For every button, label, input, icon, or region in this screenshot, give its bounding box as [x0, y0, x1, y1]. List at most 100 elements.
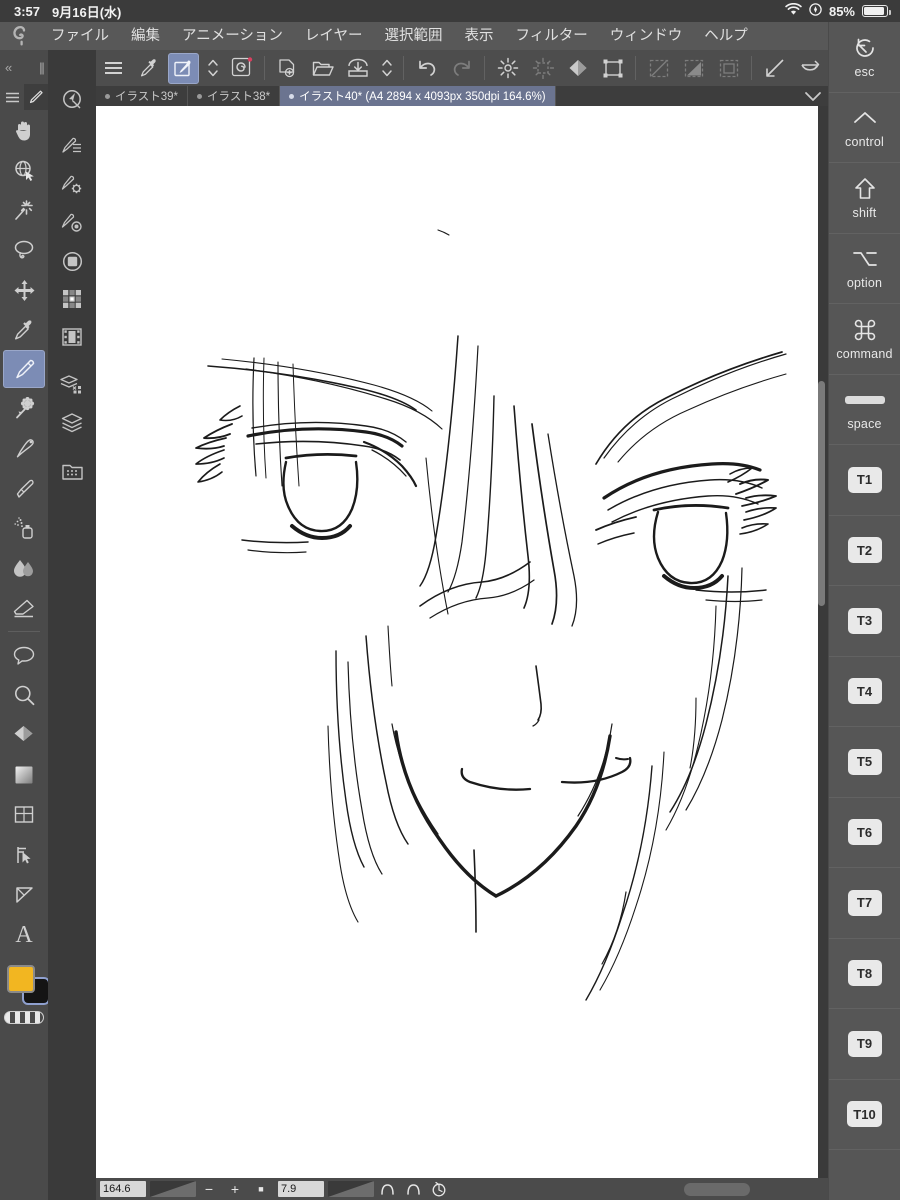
decoration-tool[interactable]: [0, 388, 48, 428]
new-document-icon[interactable]: [272, 53, 303, 84]
eraser-tool[interactable]: [0, 588, 48, 628]
tab-overflow-chevron-down-icon[interactable]: [798, 86, 828, 106]
document-tab-illust40[interactable]: イラスト40* (A4 2894 x 4093px 350dpi 164.6%): [280, 86, 556, 106]
key-t8[interactable]: T8: [829, 939, 900, 1009]
curve-snap-icon[interactable]: [794, 53, 825, 84]
ruler-snap-icon[interactable]: [759, 53, 790, 84]
rotation-value-field[interactable]: 7.9: [278, 1181, 324, 1197]
menu-filter[interactable]: フィルター: [505, 22, 599, 50]
menu-file[interactable]: ファイル: [40, 22, 120, 50]
key-t10[interactable]: T10: [829, 1080, 900, 1150]
key-t6[interactable]: T6: [829, 798, 900, 868]
document-tab-illust38[interactable]: イラスト38*: [188, 86, 281, 106]
save-icon[interactable]: [342, 53, 373, 84]
key-t2[interactable]: T2: [829, 516, 900, 586]
menu-edit[interactable]: 編集: [120, 22, 171, 50]
key-shift[interactable]: shift: [829, 163, 900, 234]
menu-help[interactable]: ヘルプ: [693, 22, 759, 50]
tool-property-icon[interactable]: [48, 166, 96, 204]
animation-timeline-icon[interactable]: [48, 318, 96, 356]
key-t3[interactable]: T3: [829, 586, 900, 657]
invert-selection-icon[interactable]: [678, 53, 709, 84]
key-t9[interactable]: T9: [829, 1009, 900, 1080]
layer-property-icon[interactable]: [48, 366, 96, 404]
key-space[interactable]: space: [829, 375, 900, 445]
zoom-slider[interactable]: [150, 1181, 196, 1197]
fill-diamond-icon[interactable]: [562, 53, 593, 84]
color-circle-icon[interactable]: [48, 242, 96, 280]
figure-tool[interactable]: [0, 875, 48, 915]
menu-selection[interactable]: 選択範囲: [374, 22, 454, 50]
clear-selection-icon[interactable]: [643, 53, 674, 84]
balloon-tool[interactable]: [0, 635, 48, 675]
eyedropper-tool[interactable]: [0, 310, 48, 350]
reset-rotation-icon[interactable]: [426, 1179, 452, 1199]
layer-stack-icon[interactable]: [48, 404, 96, 442]
document-tab-illust39[interactable]: イラスト39*: [96, 86, 189, 106]
chevron-updown-icon[interactable]: [203, 53, 222, 84]
pencil-tool[interactable]: [0, 428, 48, 468]
magic-wand-tool[interactable]: [0, 190, 48, 230]
gradient-tool[interactable]: [0, 755, 48, 795]
key-t5[interactable]: T5: [829, 727, 900, 798]
key-control[interactable]: control: [829, 93, 900, 163]
object-tool[interactable]: [0, 835, 48, 875]
selection-border-icon[interactable]: [713, 53, 744, 84]
key-t4[interactable]: T4: [829, 657, 900, 727]
color-set-grid-icon[interactable]: [48, 280, 96, 318]
color-swatches[interactable]: [0, 959, 48, 1024]
grip-handle-icon[interactable]: |||: [39, 60, 45, 75]
rotate-tool[interactable]: [0, 150, 48, 190]
menu-window[interactable]: ウィンドウ: [599, 22, 694, 50]
transparent-color-swatch[interactable]: [4, 1011, 44, 1024]
zoom-value-field[interactable]: 164.6: [100, 1181, 146, 1197]
canvas-vertical-scrollbar[interactable]: [818, 381, 825, 606]
spiral-tool-icon[interactable]: [226, 53, 257, 84]
rotate-left-icon[interactable]: [374, 1179, 400, 1199]
menu-view[interactable]: 表示: [454, 22, 505, 50]
lasso-tool[interactable]: [0, 230, 48, 270]
menu-layer[interactable]: レイヤー: [294, 22, 374, 50]
transform-icon[interactable]: [597, 53, 628, 84]
pen-tool[interactable]: [3, 350, 45, 388]
navigator-icon[interactable]: [48, 80, 96, 118]
rotate-right-icon[interactable]: [400, 1179, 426, 1199]
brush-tool[interactable]: [0, 468, 48, 508]
rotation-slider[interactable]: [328, 1181, 374, 1197]
eyedropper-icon[interactable]: [133, 53, 164, 84]
zoom-reset-button[interactable]: ■: [248, 1179, 274, 1199]
key-option[interactable]: option: [829, 234, 900, 304]
material-library-icon[interactable]: [48, 452, 96, 490]
text-tool[interactable]: A: [0, 915, 48, 955]
frame-tool[interactable]: [0, 795, 48, 835]
fill-tool[interactable]: [0, 715, 48, 755]
blend-tool[interactable]: [0, 548, 48, 588]
airbrush-tool[interactable]: [0, 508, 48, 548]
rail-tab-brush[interactable]: [24, 84, 48, 110]
key-t1[interactable]: T1: [829, 445, 900, 516]
foreground-color-swatch[interactable]: [7, 965, 35, 993]
open-folder-icon[interactable]: [307, 53, 338, 84]
undo-icon[interactable]: [411, 53, 442, 84]
rail-tab-menu[interactable]: [0, 84, 24, 110]
redo-icon[interactable]: [446, 53, 477, 84]
subtool-detail-icon[interactable]: [48, 128, 96, 166]
zoom-out-button[interactable]: −: [196, 1179, 222, 1199]
key-esc[interactable]: esc: [829, 22, 900, 93]
select-burst-icon[interactable]: [527, 53, 558, 84]
key-command[interactable]: command: [829, 304, 900, 375]
chevron-updown-2-icon[interactable]: [377, 53, 396, 84]
zoom-tool[interactable]: [0, 675, 48, 715]
hand-tool[interactable]: [0, 110, 48, 150]
key-t7[interactable]: T7: [829, 868, 900, 939]
canvas-viewport[interactable]: [96, 106, 828, 1178]
brush-settings-icon[interactable]: [48, 204, 96, 242]
brush-swap-icon[interactable]: [168, 52, 199, 84]
double-chevron-left-icon[interactable]: «: [5, 60, 12, 75]
zoom-in-button[interactable]: +: [222, 1179, 248, 1199]
hamburger-menu-icon[interactable]: [98, 53, 129, 84]
move-tool[interactable]: [0, 270, 48, 310]
menu-animation[interactable]: アニメーション: [171, 22, 294, 50]
deselect-burst-icon[interactable]: [492, 53, 523, 84]
canvas-paper[interactable]: [96, 106, 818, 1178]
